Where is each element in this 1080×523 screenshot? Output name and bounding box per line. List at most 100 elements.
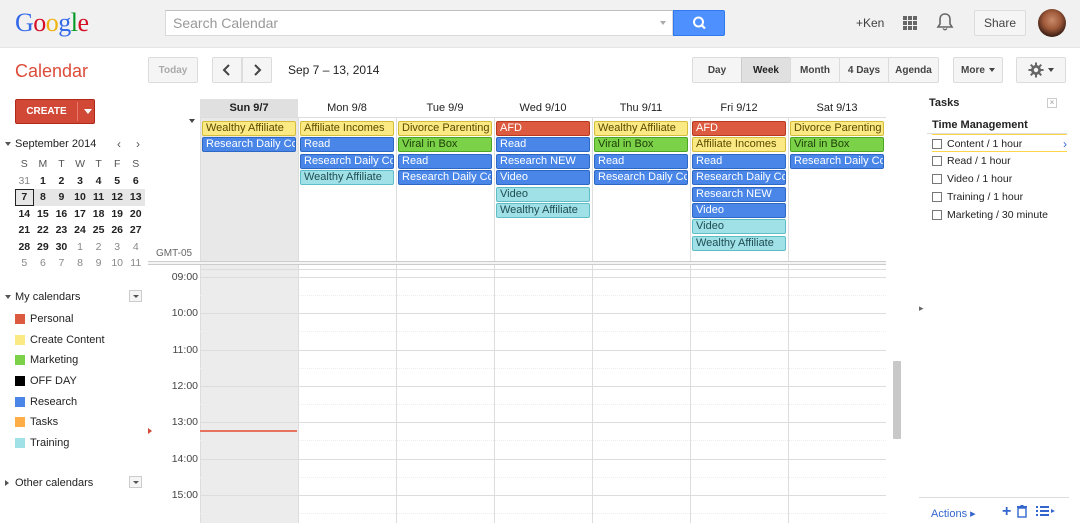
all-day-event[interactable]: Read [496,137,590,153]
day-header[interactable]: Wed 9/10 [494,99,592,117]
mini-calendar-day[interactable]: 15 [34,206,53,223]
close-icon[interactable]: × [1047,98,1057,108]
all-day-event[interactable]: Wealthy Affiliate [692,235,786,251]
mini-calendar-day[interactable]: 25 [89,222,108,239]
task-item[interactable]: Read / 1 hour [932,152,1067,170]
all-day-event[interactable]: Research NEW [496,153,590,169]
all-day-event[interactable]: Affiliate Incomes [300,121,394,136]
all-day-event[interactable]: Viral in Box [398,137,492,153]
task-checkbox[interactable] [932,156,942,166]
mini-calendar-day[interactable]: 3 [71,173,90,190]
search-input[interactable] [166,11,646,35]
previous-period-button[interactable] [212,57,242,83]
calendar-item[interactable]: Personal [15,311,145,332]
calendar-item[interactable]: Tasks [15,414,145,435]
all-day-event[interactable]: AFD [692,121,786,136]
actions-menu-link[interactable]: Actions ▸ [931,507,976,520]
mini-calendar-day[interactable]: 16 [52,206,71,223]
mini-calendar-day[interactable]: 5 [15,255,34,272]
mini-calendar-day[interactable]: 23 [52,222,71,239]
trash-icon[interactable] [1016,505,1028,521]
mini-calendar-day[interactable]: 21 [15,222,34,239]
mini-calendar-month[interactable]: September 2014 [15,138,96,150]
task-list-name[interactable]: Time Management [932,119,1028,131]
list-options-icon[interactable] [1036,506,1056,519]
time-column[interactable] [298,265,396,523]
day-header[interactable]: Sun 9/7 [200,99,298,117]
mini-calendar-day[interactable]: 17 [71,206,90,223]
view-agenda-button[interactable]: Agenda [888,57,939,83]
mini-calendar-day[interactable]: 11 [89,189,108,206]
all-day-event[interactable]: Research Daily Cc [692,170,786,186]
my-calendars-label[interactable]: My calendars [15,291,80,303]
collapse-triangle-icon[interactable] [5,142,11,146]
all-day-event[interactable]: Wealthy Affiliate [594,121,688,136]
all-day-event[interactable]: Video [496,186,590,202]
task-checkbox[interactable] [932,139,942,149]
mini-calendar-day[interactable]: 1 [34,173,53,190]
mini-calendar-day[interactable]: 26 [108,222,127,239]
collapse-triangle-icon[interactable] [5,295,11,299]
mini-calendar-day[interactable]: 9 [89,255,108,272]
task-checkbox[interactable] [932,174,942,184]
task-checkbox[interactable] [932,210,942,220]
more-button[interactable]: More [953,57,1003,83]
day-header[interactable]: Thu 9/11 [592,99,690,117]
mini-calendar-day[interactable]: 19 [108,206,127,223]
expand-triangle-icon[interactable] [5,480,9,486]
all-day-event[interactable]: Read [398,153,492,169]
time-grid[interactable]: 09:00 10:00 11:00 12:00 13:00 14:00 15:00 [148,265,886,523]
add-task-icon[interactable]: + [1002,503,1011,521]
mini-calendar-day[interactable]: 5 [108,173,127,190]
mini-calendar-day[interactable]: 31 [15,173,34,190]
all-day-event[interactable]: Divorce Parenting [398,121,492,136]
apps-grid-icon[interactable] [903,16,917,30]
mini-calendar-day[interactable]: 7 [15,189,34,206]
next-period-button[interactable] [242,57,272,83]
mini-calendar-day[interactable]: 10 [71,189,90,206]
calendar-item[interactable]: Marketing [15,352,145,373]
today-button[interactable]: Today [148,57,198,83]
other-calendars-menu-icon[interactable] [129,476,142,488]
day-header[interactable]: Mon 9/8 [298,99,396,117]
mini-calendar-day[interactable]: 12 [108,189,127,206]
all-day-event[interactable]: Read [692,153,786,169]
calendar-item[interactable]: OFF DAY [15,373,145,394]
task-details-chevron-icon[interactable]: › [1063,135,1067,153]
all-day-event[interactable]: Viral in Box [594,137,688,153]
all-day-event[interactable]: Research Daily Cc [202,137,296,153]
calendar-item[interactable]: Research [15,394,145,415]
all-day-event[interactable]: Read [300,137,394,153]
mini-calendar-day[interactable]: 22 [34,222,53,239]
all-day-event[interactable]: Viral in Box [790,137,884,153]
mini-calendar-day[interactable]: 18 [89,206,108,223]
view-month-button[interactable]: Month [790,57,840,83]
mini-calendar-day[interactable]: 6 [34,255,53,272]
mini-calendar-day[interactable]: 7 [52,255,71,272]
mini-calendar-day[interactable]: 20 [126,206,145,223]
search-options-icon[interactable] [660,21,666,25]
task-checkbox[interactable] [932,192,942,202]
task-item[interactable]: Marketing / 30 minute [932,206,1067,224]
view-week-button[interactable]: Week [741,57,791,83]
all-day-event[interactable]: Affiliate Incomes [692,137,786,153]
mini-next-month-icon[interactable]: › [136,137,140,151]
task-item[interactable]: Training / 1 hour [932,188,1067,206]
day-header[interactable]: Fri 9/12 [690,99,788,117]
mini-calendar-day[interactable]: 29 [34,239,53,256]
time-column[interactable] [788,265,886,523]
time-column[interactable] [200,265,298,523]
all-day-event[interactable]: Research Daily Cc [398,170,492,186]
create-event-button[interactable]: CREATE [15,99,95,124]
search-button[interactable] [673,10,725,36]
calendar-item[interactable]: Create Content [15,332,145,353]
mini-calendar-day[interactable]: 4 [126,239,145,256]
all-day-event[interactable]: Divorce Parenting [790,121,884,136]
view-4-days-button[interactable]: 4 Days [839,57,889,83]
mini-calendar-day[interactable]: 2 [89,239,108,256]
create-dropdown-icon[interactable] [84,109,92,114]
mini-calendar-day[interactable]: 30 [52,239,71,256]
calendar-item[interactable]: Training [15,435,145,456]
settings-button[interactable] [1016,57,1066,83]
time-column[interactable] [690,265,788,523]
